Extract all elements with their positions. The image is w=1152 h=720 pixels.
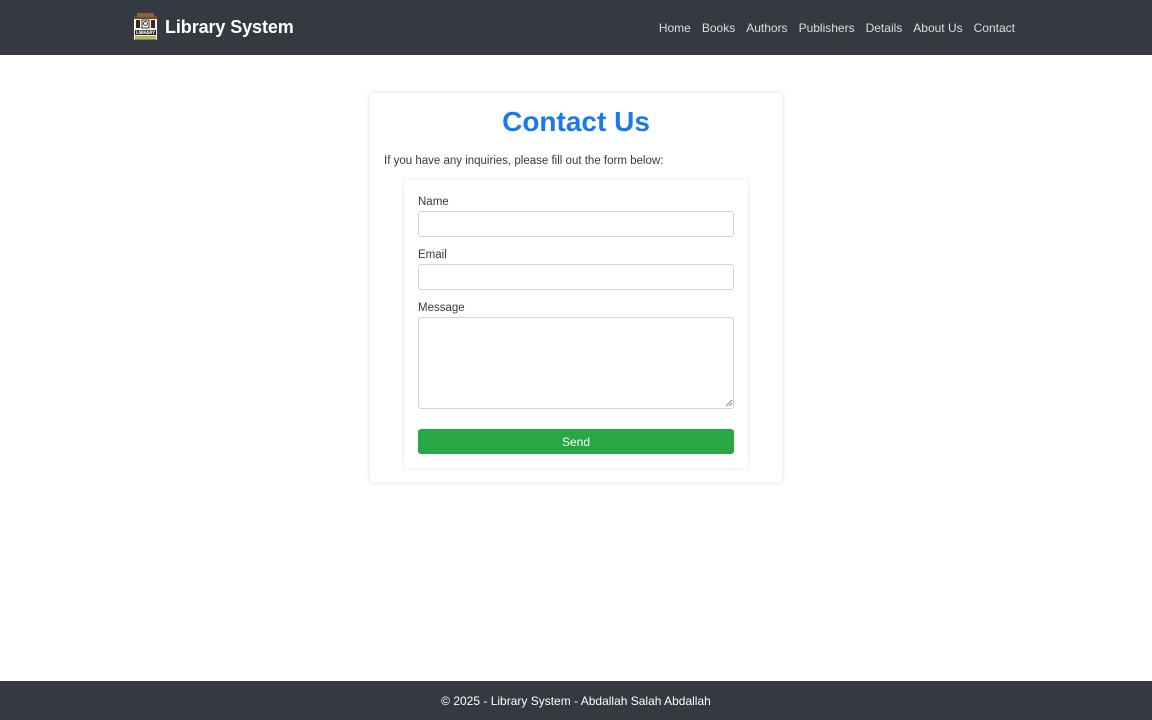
- resize-grip-icon[interactable]: [725, 399, 733, 407]
- svg-text:LIBRARY: LIBRARY: [136, 30, 155, 35]
- send-button[interactable]: Send: [418, 429, 734, 454]
- email-label: Email: [418, 249, 447, 261]
- brand-name: Library System: [165, 17, 294, 37]
- nav-menu: Home Books Authors Publishers Details Ab…: [659, 0, 1015, 55]
- nav-details-link[interactable]: Details: [866, 21, 903, 35]
- nav-contact-link[interactable]: Contact: [974, 21, 1015, 35]
- footer: © 2025 - Library System - Abdallah Salah…: [0, 681, 1152, 720]
- nav-home-link[interactable]: Home: [659, 21, 691, 35]
- nav-about-link[interactable]: About Us: [913, 21, 962, 35]
- library-logo-icon: LIBRARY: [134, 13, 157, 40]
- brand-link[interactable]: LIBRARY Library System: [132, 12, 294, 43]
- intro-text: If you have any inquiries, please fill o…: [384, 155, 664, 167]
- nav-authors-link[interactable]: Authors: [746, 21, 787, 35]
- message-textarea[interactable]: [418, 317, 734, 409]
- message-label: Message: [418, 302, 465, 314]
- name-input[interactable]: [418, 211, 734, 237]
- navbar: LIBRARY Library System Home Books Author…: [0, 0, 1152, 55]
- footer-text: © 2025 - Library System - Abdallah Salah…: [441, 693, 711, 708]
- email-input[interactable]: [418, 264, 734, 290]
- name-label: Name: [418, 196, 449, 208]
- nav-publishers-link[interactable]: Publishers: [799, 21, 855, 35]
- page-title: Contact Us: [502, 106, 650, 137]
- nav-books-link[interactable]: Books: [702, 21, 735, 35]
